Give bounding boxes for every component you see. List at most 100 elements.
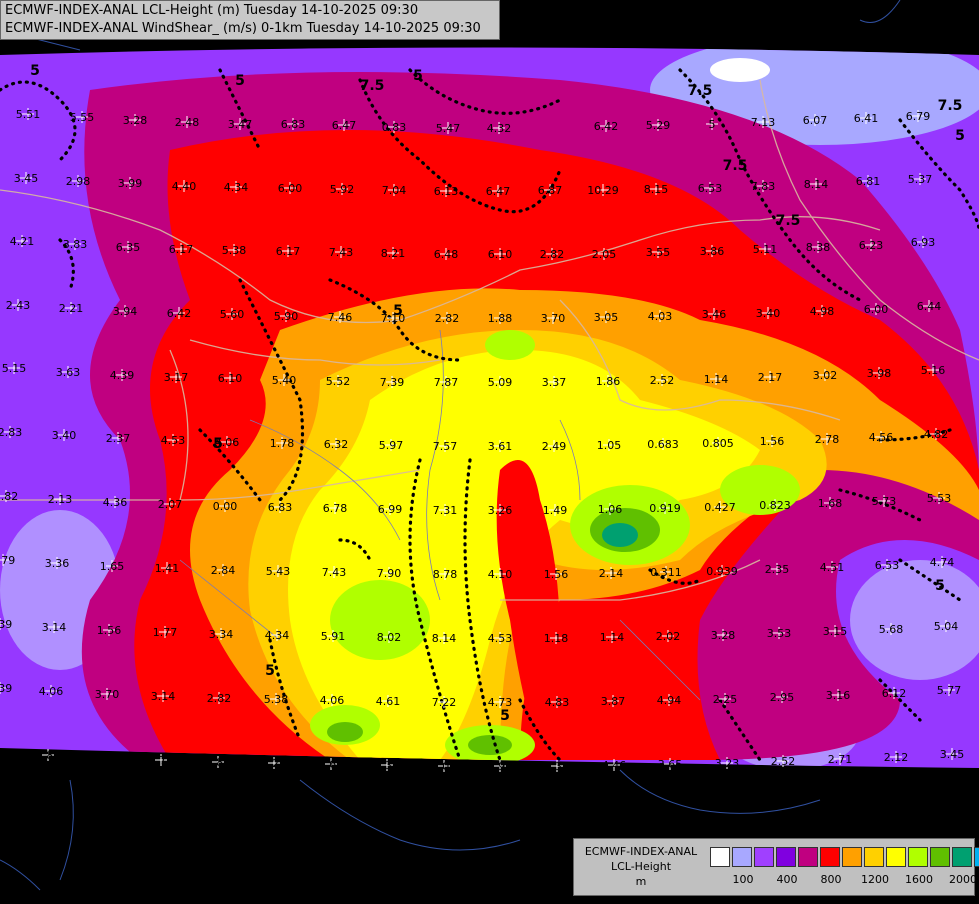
windshear-value: 1.56 (760, 435, 785, 448)
windshear-value: 7.43 (322, 566, 347, 579)
windshear-value: 5.60 (220, 308, 245, 321)
contour-label: 7.5 (688, 83, 713, 99)
windshear-value: 3.65 (658, 758, 683, 771)
windshear-value: 4.36 (103, 496, 128, 509)
windshear-value: 3.63 (56, 366, 81, 379)
windshear-value: 8.21 (381, 247, 406, 260)
legend-swatch (798, 847, 818, 867)
windshear-value: 6.83 (281, 118, 306, 131)
windshear-value: 6.42 (167, 307, 192, 320)
legend-swatch (908, 847, 928, 867)
windshear-value: 5.52 (326, 375, 351, 388)
legend-tick: 1200 (861, 873, 889, 886)
windshear-value: 3.37 (542, 376, 567, 389)
windshear-value: 2.82 (540, 248, 565, 261)
windshear-value: 2.52 (650, 374, 675, 387)
windshear-value: 4.73 (488, 696, 513, 709)
windshear-value: 7.39 (380, 376, 405, 389)
windshear-value: 2.95 (770, 691, 795, 704)
legend-swatch (754, 847, 774, 867)
legend-tick: 800 (820, 873, 842, 886)
windshear-value: 6.23 (859, 239, 884, 252)
windshear-value: 4.39 (0, 682, 12, 695)
windshear-value: 4.06 (320, 694, 345, 707)
windshear-value: 6.44 (917, 300, 942, 313)
windshear-value: 4.79 (0, 554, 15, 567)
windshear-value: 0.83 (382, 121, 407, 134)
windshear-value: 6.07 (803, 114, 828, 127)
legend-swatch (952, 847, 972, 867)
title-box: ECMWF-INDEX-ANAL LCL-Height (m) Tuesday … (0, 0, 500, 40)
windshear-value: 5.11 (753, 243, 778, 256)
windshear-value: 4.83 (545, 696, 570, 709)
windshear-value: 3.16 (826, 689, 851, 702)
windshear-value: 7.87 (434, 376, 459, 389)
windshear-value: 6.41 (854, 112, 879, 125)
windshear-value: 3.83 (63, 238, 88, 251)
legend-subtitle: LCL-Height (610, 860, 672, 873)
windshear-value: 2.83 (0, 426, 22, 439)
windshear-value: 5.90 (274, 310, 299, 323)
windshear-value: 0.00 (213, 500, 238, 513)
legend-swatch (930, 847, 950, 867)
windshear-value: 4.56 (869, 431, 894, 444)
windshear-value: 0.311 (650, 566, 682, 579)
windshear-value: 1.86 (596, 375, 621, 388)
windshear-value: 5.97 (379, 439, 404, 452)
windshear-value: 2.49 (542, 440, 567, 453)
windshear-value: 4.21 (10, 235, 35, 248)
windshear-value: 5.68 (879, 623, 904, 636)
windshear-value: 3.99 (118, 177, 143, 190)
contour-label: 5 (935, 578, 945, 594)
legend-swatch (732, 847, 752, 867)
windshear-value: 6.10 (488, 248, 513, 261)
windshear-value: 7.10 (381, 312, 406, 325)
contour-label: 7.5 (723, 158, 748, 174)
windshear-value: 6.13 (434, 185, 459, 198)
legend-tick: 400 (776, 873, 798, 886)
windshear-value: 2.82 (207, 692, 232, 705)
windshear-value: 1.05 (597, 439, 622, 452)
windshear-value: 5.91 (321, 630, 346, 643)
contour-label: 5 (30, 63, 40, 79)
windshear-value: 3.98 (867, 367, 892, 380)
windshear-value: 4.34 (224, 181, 249, 194)
legend-tick: 100 (732, 873, 754, 886)
legend-swatch (710, 847, 730, 867)
windshear-value: 8.14 (804, 178, 829, 191)
weather-map: 5 5 7.5 5 7.5 7.5 7.5 5 7.5 5 5 5 5 5 5.51 5.55 3.28 2.4… (0, 0, 979, 900)
windshear-value: 5.09 (488, 376, 513, 389)
windshear-value: 6.81 (856, 175, 881, 188)
windshear-value: 0.683 (647, 438, 679, 451)
legend-swatch (974, 847, 979, 867)
windshear-value: 3.87 (601, 695, 626, 708)
windshear-value: 6.42 (594, 120, 619, 133)
windshear-value: 5.53 (927, 492, 952, 505)
windshear-value: 0.427 (704, 501, 736, 514)
windshear-value: 6.83 (268, 501, 293, 514)
windshear-value: 4.74 (930, 556, 955, 569)
windshear-value: 2.78 (815, 433, 840, 446)
windshear-value: 3.46 (702, 308, 727, 321)
windshear-value: 2.17 (758, 371, 783, 384)
windshear-value: 5.43 (266, 565, 291, 578)
windshear-value: 6.32 (324, 438, 349, 451)
windshear-value: 2.21 (59, 302, 84, 315)
windshear-value: 1.49 (543, 504, 568, 517)
windshear-value: 4.39 (110, 369, 135, 382)
windshear-value: 1.56 (544, 568, 569, 581)
windshear-value: 2.52 (771, 755, 796, 768)
windshear-value: 6.00 (278, 182, 303, 195)
windshear-value: 6.87 (538, 184, 563, 197)
windshear-value: 2.14 (599, 567, 624, 580)
windshear-value: 4.53 (488, 632, 513, 645)
windshear-value: 5.38 (222, 244, 247, 257)
windshear-value: 3.17 (164, 371, 189, 384)
contour-label: 5 (413, 68, 423, 84)
legend-swatch (842, 847, 862, 867)
windshear-value: 3.53 (767, 627, 792, 640)
windshear-value: 7.57 (433, 440, 458, 453)
windshear-value: 4.82 (924, 428, 949, 441)
windshear-value: 3.86 (700, 245, 725, 258)
windshear-value: 3.25 (262, 757, 287, 770)
